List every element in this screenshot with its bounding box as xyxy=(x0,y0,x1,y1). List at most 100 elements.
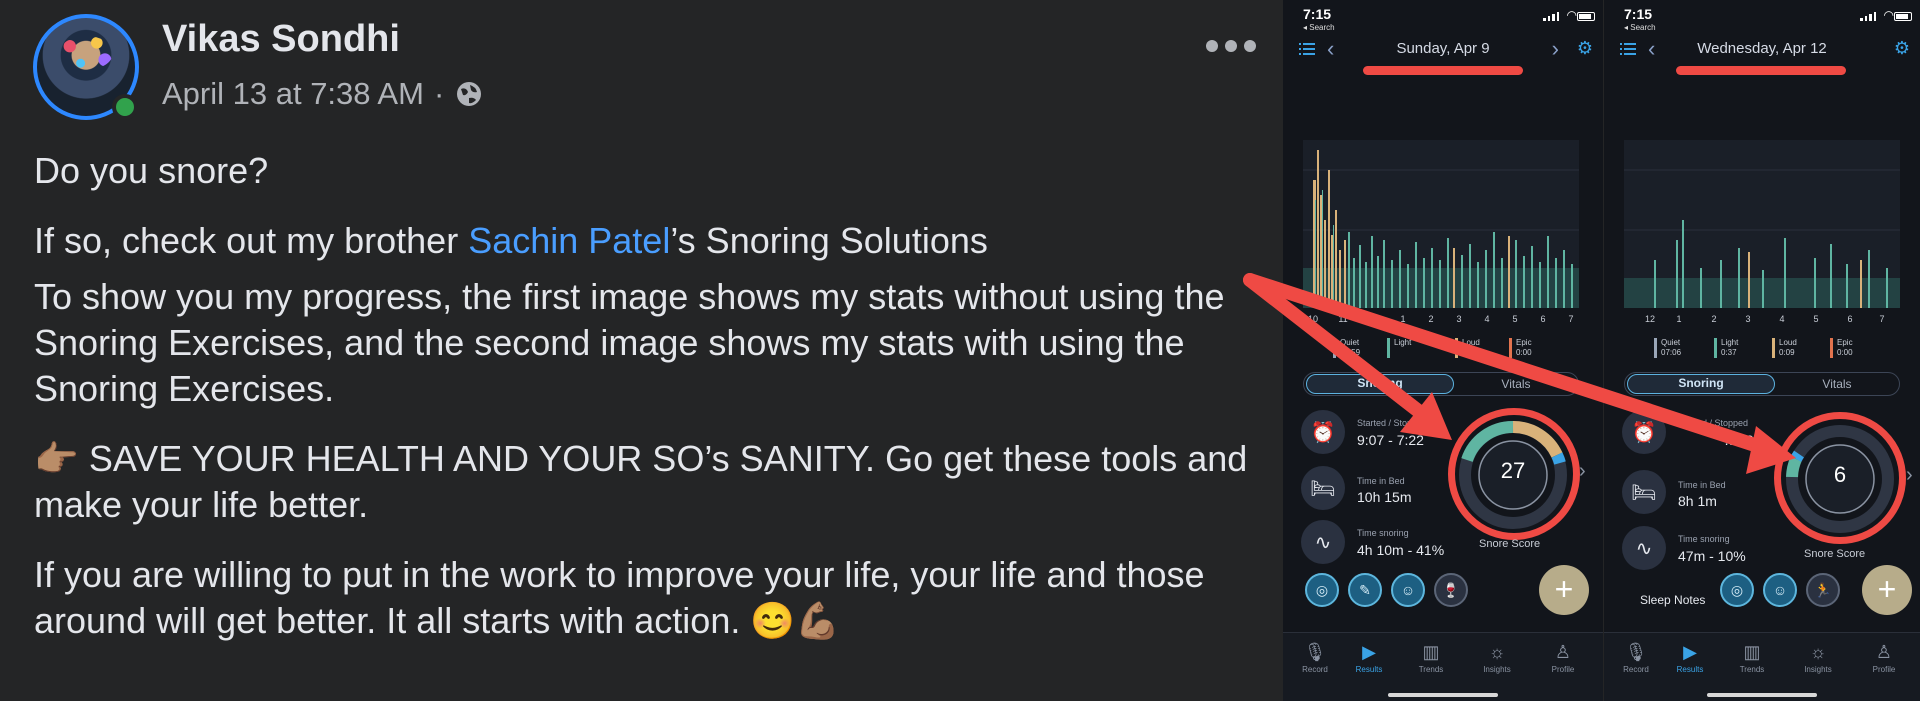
signal-icon xyxy=(1543,12,1559,21)
waveform-icon: ∿ xyxy=(1622,526,1666,570)
bed-value: 8h 1m xyxy=(1678,493,1717,509)
snore-score-label: Snore Score xyxy=(1804,548,1866,560)
bottom-tab-bar: 🎙 Record ▶ Results ▥ Trends ☼ Insights ♙ Prof… xyxy=(1283,632,1603,701)
legend-loud: Loud 0:09 xyxy=(1772,338,1797,358)
red-underline xyxy=(1676,66,1846,75)
person-icon: ♙ xyxy=(1554,642,1572,662)
legend-quiet: Quiet 05:59 xyxy=(1333,338,1360,358)
time-snoring-label: Time snoring xyxy=(1678,534,1730,544)
view-toggle: Snoring Vitals xyxy=(1303,372,1579,396)
paragraph-3: To show you my progress, the first image… xyxy=(34,276,1225,409)
tab-profile[interactable]: ♙ Profile xyxy=(1854,641,1914,674)
legend-light: Light xyxy=(1387,338,1411,358)
view-toggle: Snoring Vitals xyxy=(1624,372,1900,396)
author-name[interactable]: Vikas Sondhi xyxy=(162,18,400,61)
paragraph-4: 👉🏽 SAVE YOUR HEALTH AND YOUR SO’s SANITY… xyxy=(34,438,1248,525)
legend-epic: Epic 0:00 xyxy=(1509,338,1532,358)
red-circle-annotation xyxy=(1774,412,1906,544)
snore-graph xyxy=(1303,140,1579,308)
chin-strap-icon[interactable]: ☺ xyxy=(1391,573,1425,607)
tab-results[interactable]: ▶ Results xyxy=(1339,641,1399,674)
next-day-icon[interactable]: › xyxy=(1552,36,1559,62)
tab-record[interactable]: 🎙 Record xyxy=(1606,641,1666,674)
waveform-icon: ∿ xyxy=(1301,520,1345,564)
gear-icon[interactable]: ⚙ xyxy=(1894,38,1910,59)
play-circle-icon: ▶ xyxy=(1362,642,1376,662)
exercise-icon[interactable]: 🏃 xyxy=(1806,573,1840,607)
tab-vitals[interactable]: Vitals xyxy=(1454,374,1578,394)
snore-graph xyxy=(1624,140,1900,308)
date-nav: ‹ Wednesday, Apr 12 ⚙ xyxy=(1604,36,1920,66)
lightbulb-icon: ☼ xyxy=(1488,642,1506,662)
post-meta: April 13 at 7:38 AM · xyxy=(162,76,484,112)
spray-icon[interactable]: ✎ xyxy=(1348,573,1382,607)
tab-insights[interactable]: ☼ Insights xyxy=(1467,641,1527,674)
alarm-clock-icon: ⏰ xyxy=(1301,410,1345,454)
tab-trends[interactable]: ▥ Trends xyxy=(1722,641,1782,674)
session-date: Wednesday, Apr 12 xyxy=(1697,40,1827,57)
tab-results[interactable]: ▶ Results xyxy=(1660,641,1720,674)
post-timestamp[interactable]: April 13 at 7:38 AM xyxy=(162,76,424,112)
mouthguard-icon[interactable]: ◎ xyxy=(1720,573,1754,607)
tab-snoring[interactable]: Snoring xyxy=(1306,374,1454,394)
tab-snoring[interactable]: Snoring xyxy=(1627,374,1775,394)
tab-record[interactable]: 🎙 Record xyxy=(1285,641,1345,674)
back-to-search[interactable]: ◂ Search xyxy=(1624,23,1656,32)
red-circle-annotation xyxy=(1448,408,1580,540)
bars-icon: ▥ xyxy=(1422,642,1440,662)
add-note-button[interactable]: + xyxy=(1539,565,1589,615)
more-options-icon[interactable] xyxy=(1206,40,1256,52)
bottom-tab-bar: 🎙 Record ▶ Results ▥ Trends ☼ Insights ♙ Prof… xyxy=(1604,632,1920,701)
add-note-button[interactable]: + xyxy=(1862,565,1912,615)
bars-icon: ▥ xyxy=(1743,642,1761,662)
chin-strap-icon[interactable]: ☺ xyxy=(1763,573,1797,607)
tab-vitals[interactable]: Vitals xyxy=(1775,374,1899,394)
time-axis: 10 11 12 123 456 7 xyxy=(1307,314,1574,324)
legend-quiet: Quiet 07:06 xyxy=(1654,338,1681,358)
chevron-right-icon[interactable]: › xyxy=(1906,464,1913,487)
back-to-search[interactable]: ◂ Search xyxy=(1303,23,1335,32)
status-bar: 7:15 ◂ Search ◠ xyxy=(1604,4,1920,34)
signal-icon xyxy=(1860,12,1876,21)
started-label: Started / Stopped xyxy=(1678,418,1749,428)
wifi-icon: ◠ xyxy=(1883,8,1894,22)
lightbulb-icon: ☼ xyxy=(1809,642,1827,662)
time-snoring-value: 47m - 10% xyxy=(1678,548,1746,564)
paragraph-1: Do you snore? xyxy=(34,150,269,191)
gear-icon[interactable]: ⚙ xyxy=(1577,38,1593,59)
tab-insights[interactable]: ☼ Insights xyxy=(1788,641,1848,674)
time-snoring-value: 4h 10m - 41% xyxy=(1357,542,1445,558)
sleep-tags: ◎ ✎ ☺ 🍷 xyxy=(1305,570,1468,610)
tab-profile[interactable]: ♙ Profile xyxy=(1533,641,1593,674)
date-nav: ‹ Sunday, Apr 9 › ⚙ xyxy=(1283,36,1603,66)
alcohol-icon[interactable]: 🍷 xyxy=(1434,573,1468,607)
time-snoring-label: Time snoring xyxy=(1357,528,1409,538)
paragraph-2: If so, check out my brother Sachin Patel… xyxy=(34,220,988,261)
microphone-icon: 🎙 xyxy=(1624,642,1648,662)
phone-screenshot-2: 7:15 ◂ Search ◠ ‹ Wednesday, Apr 12 ⚙ 12… xyxy=(1604,0,1920,701)
legend-loud: Loud 1:58 xyxy=(1455,338,1480,358)
facebook-post: Vikas Sondhi April 13 at 7:38 AM · Do yo… xyxy=(0,0,1283,701)
mouthguard-icon[interactable]: ◎ xyxy=(1305,573,1339,607)
globe-icon xyxy=(457,82,482,106)
started-value: …02 xyxy=(1724,432,1754,448)
phone-screenshot-1: 7:15 ◂ Search ◠ ‹ Sunday, Apr 9 › ⚙ 10 1… xyxy=(1283,0,1603,701)
snore-legend: Quiet 05:59 Light Loud 1:58 Epic 0:00 xyxy=(1333,338,1573,368)
tab-trends[interactable]: ▥ Trends xyxy=(1401,641,1461,674)
post-body: Do you snore? If so, check out my brothe… xyxy=(34,148,1274,668)
legend-epic: Epic 0:00 xyxy=(1830,338,1853,358)
time-axis: 12 1 2 345 67 xyxy=(1644,314,1885,324)
bed-value: 10h 15m xyxy=(1357,489,1412,505)
battery-icon xyxy=(1894,12,1912,21)
started-label: Started / Stopped xyxy=(1357,418,1428,428)
sleep-tags: ◎ ☺ 🏃 xyxy=(1720,570,1840,610)
paragraph-5: If you are willing to put in the work to… xyxy=(34,554,1205,641)
bed-icon: 🛏 xyxy=(1301,466,1345,510)
snore-score-label: Snore Score xyxy=(1479,538,1541,550)
mention-link[interactable]: Sachin Patel xyxy=(468,220,670,261)
play-circle-icon: ▶ xyxy=(1683,642,1697,662)
legend-light: Light 0:37 xyxy=(1714,338,1738,358)
chevron-right-icon[interactable]: › xyxy=(1579,460,1586,483)
battery-icon xyxy=(1577,12,1595,21)
bed-label: Time in Bed xyxy=(1678,480,1726,490)
